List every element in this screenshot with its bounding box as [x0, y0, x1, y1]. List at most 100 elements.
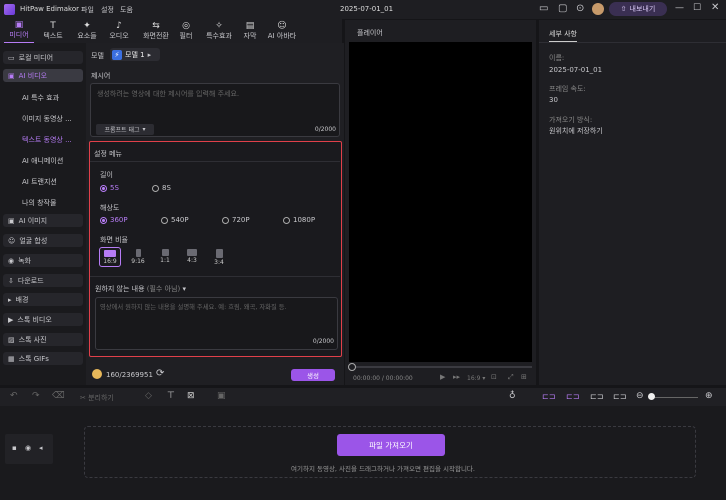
split-button[interactable]: ✂ 분리하기 — [80, 393, 114, 403]
message-icon[interactable]: ▢ — [558, 3, 567, 14]
menu-settings[interactable]: 설정 — [101, 5, 114, 15]
redo-icon[interactable]: ↷ — [32, 391, 40, 401]
export-button[interactable]: ⇧ 내보내기 — [609, 2, 667, 16]
fullscreen-icon[interactable]: ⤢ — [508, 373, 514, 382]
length-option-8s[interactable]: 8S — [152, 184, 171, 192]
sidebar-item-stock-photo[interactable]: ▨ 스톡 사진 — [3, 333, 83, 346]
eye-icon[interactable]: ◉ — [25, 444, 31, 452]
sidebar-item-record[interactable]: ◉ 녹화 — [3, 254, 83, 267]
volume-icon[interactable]: ◂ — [39, 444, 43, 452]
ratio-option-16-9[interactable]: 16:9 — [99, 247, 121, 267]
media-icon: ▣ — [14, 20, 24, 30]
gif-icon: ▦ — [8, 354, 15, 363]
delete-icon[interactable]: ⌫ — [52, 391, 65, 401]
tool-effects[interactable]: ✧ 특수효과 — [202, 19, 236, 43]
menu-file[interactable]: 파일 — [81, 5, 94, 15]
sidebar-item-stock-video[interactable]: ▶ 스톡 비디오 — [3, 313, 83, 326]
text-icon: T — [50, 21, 56, 31]
scrubber-handle[interactable] — [348, 363, 356, 371]
fit-icon[interactable]: ⊏⊐ — [613, 392, 626, 401]
details-divider — [539, 42, 726, 43]
tool-transition[interactable]: ⇆ 화면전환 — [136, 19, 176, 43]
sidebar-item-text-video[interactable]: 텍스트 동영상 ... — [3, 133, 83, 146]
fps-value: 30 — [549, 96, 558, 104]
play-icon[interactable]: ▶ — [440, 373, 445, 381]
length-option-5s[interactable]: 5S — [100, 184, 119, 192]
tool-audio[interactable]: ♪ 오디오 — [104, 19, 134, 43]
undo-icon[interactable]: ↶ — [10, 391, 18, 401]
resolution-option-360p[interactable]: 360P — [100, 216, 128, 224]
sidebar-item-ai-image[interactable]: ▣ AI 이미지 — [3, 214, 83, 227]
resolution-option-540p[interactable]: 540P — [161, 216, 189, 224]
zoom-handle[interactable] — [648, 393, 655, 400]
ratio-option-3-4[interactable]: 3:4 — [208, 247, 230, 266]
track-header: ▪ ◉ ◂ — [5, 434, 53, 464]
next-icon[interactable]: ▸▸ — [453, 373, 460, 381]
model-selector[interactable]: ⚡ 모델 1 ▸ — [110, 48, 160, 61]
shield-icon[interactable]: ◇ — [145, 391, 152, 401]
image-tool-icon[interactable]: ▣ — [217, 391, 226, 401]
text-tool-icon[interactable]: ⊤ — [167, 391, 175, 401]
download-icon[interactable]: ⊙ — [576, 3, 584, 14]
snap-icon[interactable]: ⊏⊐ — [590, 392, 603, 401]
save-value: 원위치에 저장하기 — [549, 127, 603, 135]
mic-icon[interactable]: ♁ — [509, 391, 516, 401]
sidebar-item-ai-effects[interactable]: AI 특수 효과 — [3, 91, 83, 104]
player-ratio[interactable]: 16:9 ▾ — [467, 375, 485, 382]
record-icon: ◉ — [8, 256, 15, 265]
tool-media[interactable]: ▣ 미디어 — [4, 19, 34, 43]
refresh-icon[interactable]: ⟳ — [156, 368, 164, 379]
scrubber[interactable] — [349, 366, 532, 368]
sidebar-item-image-video[interactable]: 이미지 동영상 ... — [3, 112, 83, 125]
ratio-option-9-16[interactable]: 9:16 — [127, 247, 149, 266]
tool-filter[interactable]: ◎ 필터 — [174, 19, 198, 43]
sidebar-item-download[interactable]: ⇩ 다운로드 — [3, 274, 83, 287]
zoom-out-icon[interactable]: ⊖ — [636, 391, 644, 401]
resolution-option-1080p[interactable]: 1080P — [283, 216, 315, 224]
settings-icon[interactable]: ⊞ — [521, 373, 527, 381]
prompt-tag-button[interactable]: 프롬프트 태그 ▾ — [96, 124, 154, 135]
film-icon[interactable]: ▪ — [12, 444, 17, 452]
crop-icon[interactable]: ⊠ — [187, 391, 195, 401]
radio-icon — [222, 216, 229, 224]
prompt-input[interactable]: 생성하려는 영상에 대한 제시어를 입력해 주세요. — [97, 89, 239, 99]
photo-icon: ▨ — [8, 335, 15, 344]
sidebar-item-stock-gifs[interactable]: ▦ 스톡 GIFs — [3, 352, 83, 365]
sidebar-item-ai-animation[interactable]: AI 애니메이션 — [3, 154, 83, 167]
prompt-counter: 0/2000 — [314, 126, 336, 133]
maximize-icon[interactable]: ☐ — [693, 3, 701, 13]
sidebar-item-background[interactable]: ▸ 배경 — [3, 293, 83, 306]
sidebar-item-local-media[interactable]: ▭ 로컬 미디어 — [3, 51, 83, 64]
generate-button[interactable]: 생성 — [291, 369, 335, 381]
sidebar-item-face-swap[interactable]: ☺ 얼굴 합성 — [3, 234, 83, 247]
minimize-icon[interactable]: — — [675, 3, 684, 13]
chat-icon[interactable]: ▭ — [539, 3, 548, 14]
tool-text[interactable]: T 텍스트 — [38, 19, 68, 43]
download-icon: ⇩ — [8, 276, 14, 285]
drop-zone[interactable]: 파일 가져오기 여기하지 동영상, 사진을 드래그하거나 가져오면 편집을 시작… — [84, 426, 696, 478]
avatar[interactable] — [592, 3, 604, 15]
zoom-slider[interactable] — [650, 397, 698, 398]
tool-avatar[interactable]: ☺ AI 아바타 — [264, 19, 300, 43]
zoom-in-icon[interactable]: ⊕ — [705, 391, 713, 401]
app-name: HitPaw Edimakor — [20, 5, 79, 13]
ratio-option-4-3[interactable]: 4:3 — [181, 247, 203, 266]
sidebar-item-ai-video[interactable]: ▣ AI 비디오 — [3, 69, 83, 82]
sidebar-item-my-creations[interactable]: 나의 창작물 — [3, 196, 83, 209]
sidebar-item-ai-transition[interactable]: AI 트랜지션 — [3, 175, 83, 188]
magnet-icon[interactable]: ⊏⊐ — [566, 392, 579, 401]
avatar-icon: ☺ — [277, 21, 287, 31]
menu-help[interactable]: 도움 — [120, 5, 133, 15]
resolution-option-720p[interactable]: 720P — [222, 216, 250, 224]
snapshot-icon[interactable]: ⊡ — [491, 373, 497, 381]
tab-details[interactable]: 세부 사항 — [549, 29, 577, 42]
tool-elements[interactable]: ✦ 요소들 — [72, 19, 102, 43]
close-icon[interactable]: ✕ — [711, 2, 719, 13]
ratio-option-1-1[interactable]: 1:1 — [154, 247, 176, 266]
tool-subtitle[interactable]: ▤ 자막 — [238, 19, 262, 43]
length-label: 길이 — [100, 171, 113, 179]
import-file-button[interactable]: 파일 가져오기 — [337, 434, 445, 456]
negative-label[interactable]: 원하지 않는 내용 (필수 아님) ▾ — [95, 284, 186, 294]
link-icon[interactable]: ⊏⊐ — [542, 392, 555, 401]
negative-input[interactable]: 영상에서 원하지 않는 내용을 설명해 주세요. 예: 흐림, 왜곡, 자화질 … — [100, 302, 287, 311]
